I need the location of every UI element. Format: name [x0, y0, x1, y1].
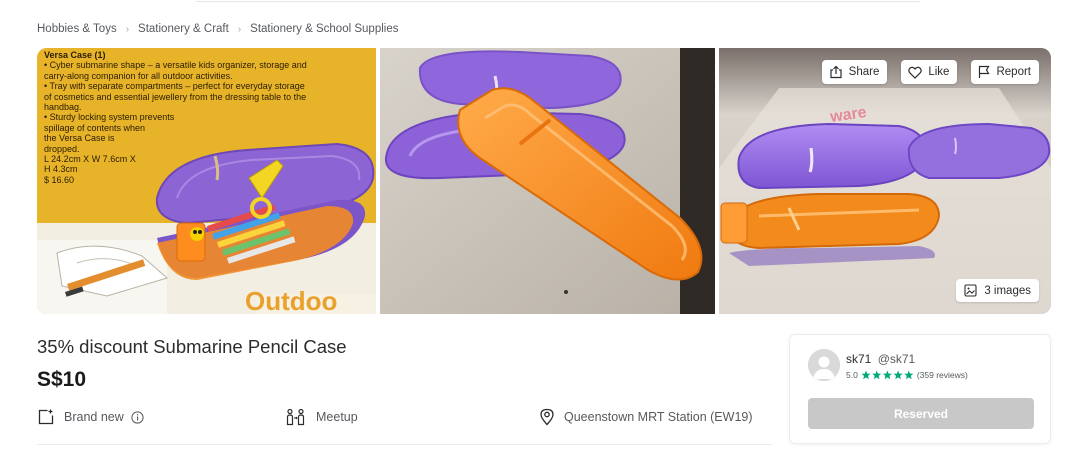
catalog-line: handbag.	[44, 102, 82, 113]
section-divider	[37, 444, 772, 445]
reserved-button[interactable]: Reserved	[808, 398, 1034, 429]
meetup-icon	[286, 408, 305, 426]
catalog-line: $ 16.60	[44, 174, 75, 185]
heart-icon	[908, 66, 923, 79]
condition-info: Brand new	[37, 408, 153, 426]
report-button[interactable]: Report	[971, 60, 1039, 84]
listing-photo-3[interactable]: ware Share Like Report 3 images	[719, 48, 1051, 314]
like-label: Like	[928, 66, 950, 78]
report-label: Report	[996, 66, 1031, 78]
share-button[interactable]: Share	[821, 60, 888, 84]
like-button[interactable]: Like	[901, 60, 958, 84]
catalog-line: the Versa Case is	[44, 133, 115, 144]
pencil-case-closed-photo: ware	[719, 48, 1051, 314]
photo-action-buttons: Share Like Report	[821, 60, 1039, 84]
seller-rating[interactable]: 5.0 (359 reviews)	[846, 370, 968, 380]
listing-photo-1[interactable]: Outdoo Versa Case (1) • Cyber submarine …	[37, 48, 376, 314]
image-count-badge[interactable]: 3 images	[956, 279, 1039, 302]
seller-handle: @sk71	[877, 352, 916, 366]
condition-label: Brand new	[64, 410, 124, 424]
share-label: Share	[848, 66, 880, 78]
catalog-line: carry-along companion for all outdoor ac…	[44, 70, 233, 81]
breadcrumb-item-stationery-school-supplies[interactable]: Stationery & School Supplies	[250, 23, 398, 35]
catalog-line: L 24.2cm X W 7.6cm X	[44, 154, 136, 165]
location-label[interactable]: Queenstown MRT Station (EW19)	[564, 410, 753, 424]
chevron-right-icon: ›	[125, 23, 130, 35]
deal-method-info: Meetup	[285, 408, 358, 426]
breadcrumb: Hobbies & Toys › Stationery & Craft › St…	[37, 23, 398, 35]
info-icon[interactable]	[131, 410, 144, 424]
share-icon	[830, 65, 842, 79]
catalog-line: dropped.	[44, 143, 80, 154]
catalog-line: • Tray with separate compartments – perf…	[44, 81, 305, 92]
listing-price: S$10	[37, 368, 87, 391]
avatar[interactable]	[808, 349, 840, 381]
chevron-right-icon: ›	[237, 23, 242, 35]
rating-value: 5.0	[846, 370, 858, 380]
image-count-label: 3 images	[984, 284, 1031, 297]
deal-method-label: Meetup	[316, 410, 358, 424]
listing-photo-2[interactable]	[380, 48, 715, 314]
catalog-description: Versa Case (1) • Cyber submarine shape –…	[44, 50, 374, 185]
catalog-line: spillage of contents when	[44, 122, 146, 133]
seller-name-row[interactable]: sk71 @sk71	[846, 352, 915, 366]
catalog-line: • Sturdy locking system prevents	[44, 112, 175, 123]
review-count: (359 reviews)	[916, 370, 968, 380]
top-divider	[196, 0, 920, 2]
default-avatar-icon	[808, 349, 840, 381]
location-info: Queenstown MRT Station (EW19)	[539, 408, 753, 426]
catalog-banner-text: Outdoo	[245, 286, 337, 314]
listing-meta: Brand new Meetup Queenstown MRT Station …	[37, 405, 772, 429]
catalog-title: Versa Case (1)	[44, 50, 106, 60]
seller-card: sk71 @sk71 5.0 (359 reviews) Reserved	[789, 334, 1051, 444]
listing-title: 35% discount Submarine Pencil Case	[37, 336, 347, 357]
rating-stars	[861, 370, 914, 380]
breadcrumb-item-stationery-craft[interactable]: Stationery & Craft	[138, 23, 229, 35]
photo-gallery: Outdoo Versa Case (1) • Cyber submarine …	[37, 48, 1051, 314]
image-icon	[964, 284, 977, 297]
pencil-case-open-photo	[380, 48, 715, 314]
catalog-line: • Cyber submarine shape – a versatile ki…	[44, 60, 307, 71]
star-icon	[861, 370, 914, 380]
location-pin-icon	[540, 408, 554, 426]
flag-icon	[979, 65, 991, 78]
breadcrumb-item-hobbies-toys[interactable]: Hobbies & Toys	[37, 23, 117, 35]
catalog-line: of cosmetics and essential jewellery fro…	[44, 91, 307, 102]
seller-name[interactable]: sk71	[846, 352, 871, 366]
condition-tag-icon	[38, 409, 54, 425]
catalog-line: H 4.3cm	[44, 164, 78, 175]
